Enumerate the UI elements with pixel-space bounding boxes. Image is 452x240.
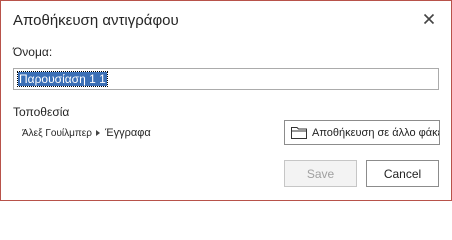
save-to-another-folder-button[interactable]: Αποθήκευση σε άλλο φάκελο — [284, 120, 440, 145]
cancel-button[interactable]: Cancel — [366, 160, 439, 187]
breadcrumb-item-documents[interactable]: Έγγραφα — [105, 127, 151, 139]
name-label: Όνομα: — [13, 45, 53, 59]
folder-icon — [291, 126, 308, 139]
name-input-value: Παρουσίαση 1 1 — [17, 71, 108, 87]
breadcrumb-item-user[interactable]: Άλεξ Γουίλμπερ — [22, 128, 92, 139]
close-button[interactable] — [420, 10, 438, 28]
chevron-right-icon — [95, 130, 100, 136]
save-to-another-folder-label: Αποθήκευση σε άλλο φάκελο — [312, 126, 440, 139]
breadcrumb: Άλεξ Γουίλμπερ Έγγραφα — [22, 127, 151, 139]
location-label: Τοποθεσία — [13, 105, 70, 119]
dialog-title: Αποθήκευση αντιγράφου — [13, 12, 179, 29]
save-button[interactable]: Save — [284, 160, 357, 187]
close-icon — [423, 13, 435, 25]
save-copy-dialog: Αποθήκευση αντιγράφου Όνομα: Παρουσίαση … — [0, 0, 452, 201]
name-input[interactable]: Παρουσίαση 1 1 — [13, 68, 439, 90]
